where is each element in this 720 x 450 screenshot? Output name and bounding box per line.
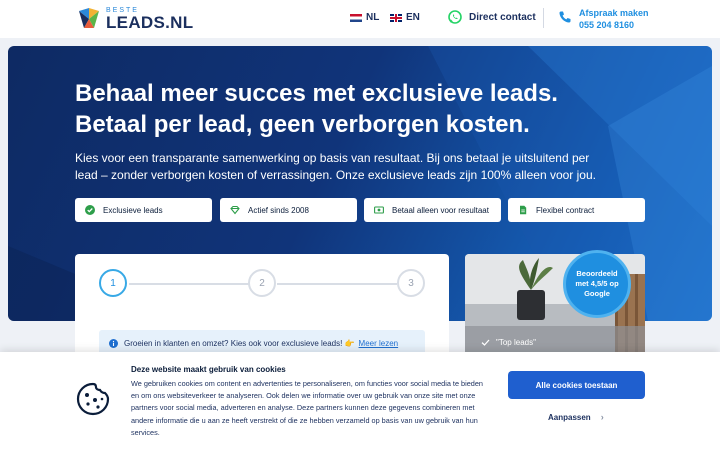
flag-nl-icon [350, 13, 362, 22]
step-connector [277, 283, 397, 285]
step-3-indicator[interactable]: 3 [397, 269, 425, 297]
header-divider [543, 8, 544, 28]
cookie-description: We gebruiken cookies om content en adver… [131, 379, 483, 437]
appointment-phone: 055 204 8160 [579, 20, 635, 30]
whatsapp-icon [448, 10, 462, 24]
photo-caption: "Top leads" [481, 338, 536, 347]
lead-form-card: 1 2 3 Groeien in klanten en omzet? Kies … [75, 254, 449, 364]
cookie-icon [76, 382, 110, 416]
feature-label: Betaal alleen voor resultaat [392, 205, 489, 215]
read-more-link[interactable]: Meer lezen [359, 339, 399, 348]
cookie-title: Deze website maakt gebruik van cookies [131, 365, 286, 374]
google-rating-badge: Beoordeeld met 4,5/5 op Google [563, 250, 631, 318]
feature-label: Flexibel contract [536, 205, 595, 215]
feature-flexible-contract: Flexibel contract [508, 198, 645, 222]
feature-label: Actief sinds 2008 [248, 205, 309, 215]
cookie-banner: Deze website maakt gebruik van cookies W… [0, 352, 720, 450]
chevron-right-icon: › [600, 412, 604, 422]
phone-icon [559, 11, 571, 23]
direct-contact-label: Direct contact [469, 11, 536, 23]
logo-mark-icon [79, 8, 99, 28]
money-icon [374, 206, 384, 214]
info-text: Groeien in klanten en omzet? Kies ook vo… [124, 338, 355, 348]
step-connector [129, 283, 249, 285]
feature-pay-for-results: Betaal alleen voor resultaat [364, 198, 501, 222]
logo[interactable]: BESTE LEADS.NL [76, 5, 193, 33]
language-nl-link[interactable]: NL [350, 12, 379, 23]
info-icon [109, 338, 118, 348]
site-header: BESTE LEADS.NL NL EN Direct contact Afsp… [0, 0, 720, 38]
accept-all-cookies-button[interactable]: Alle cookies toestaan [508, 371, 645, 399]
appointment-label: Afspraak maken [579, 8, 649, 18]
photo-caption-text: "Top leads" [496, 338, 536, 347]
diamond-icon [230, 205, 240, 215]
flag-en-icon [390, 13, 402, 22]
language-en-link[interactable]: EN [390, 12, 420, 23]
hero-subtitle: Kies voor een transparante samenwerking … [75, 151, 596, 182]
language-en-label: EN [406, 12, 420, 23]
logo-wordmark: LEADS.NL [106, 13, 194, 32]
feature-exclusive-leads: Exclusieve leads [75, 198, 212, 222]
language-nl-label: NL [366, 12, 380, 23]
document-icon [520, 205, 527, 215]
step-1-indicator[interactable]: 1 [99, 269, 127, 297]
feature-label: Exclusieve leads [103, 205, 163, 215]
adjust-cookies-button[interactable]: Aanpassen › [548, 412, 604, 422]
direct-contact-link[interactable]: Direct contact [448, 10, 536, 24]
feature-active-since: Actief sinds 2008 [220, 198, 357, 222]
check-icon [481, 339, 490, 346]
check-circle-icon [85, 205, 95, 215]
adjust-label: Aanpassen [548, 412, 591, 422]
step-2-indicator[interactable]: 2 [248, 269, 276, 297]
hero-title: Behaal meer succes met exclusieve leads.… [75, 80, 558, 138]
appointment-link[interactable]: Afspraak maken 055 204 8160 [558, 7, 649, 31]
